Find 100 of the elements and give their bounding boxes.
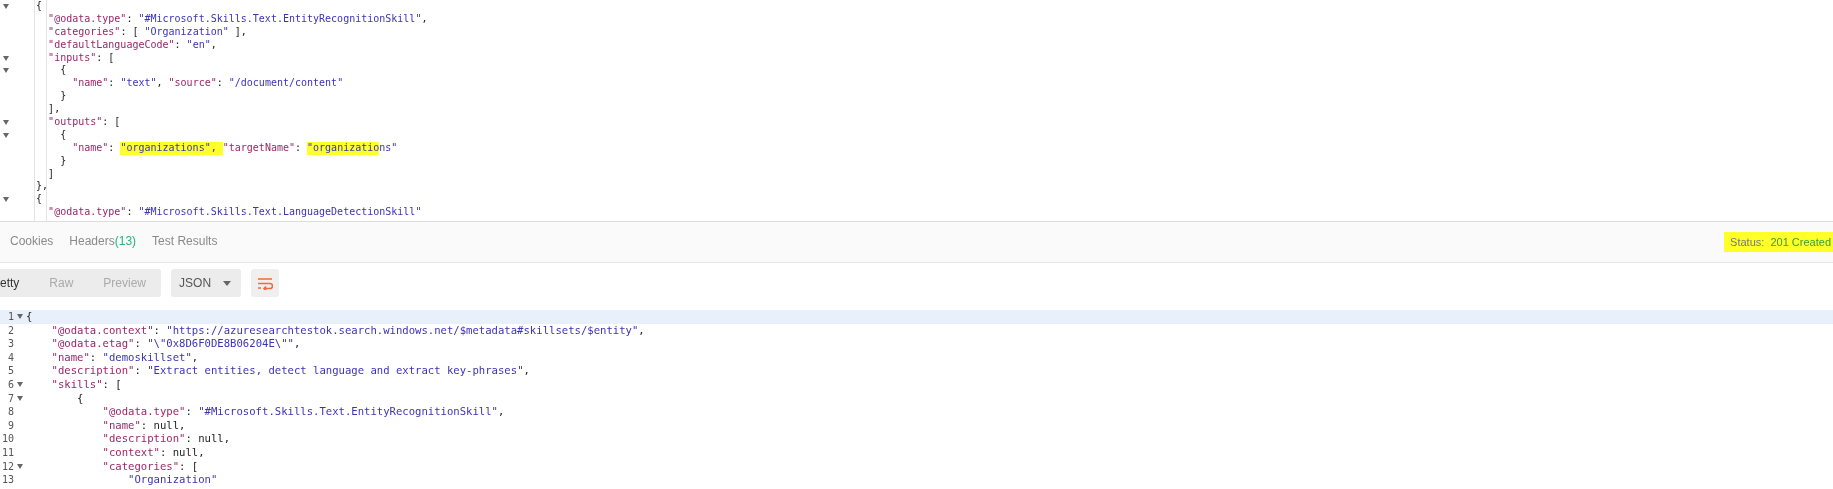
json-string: "#Microsoft.Skills.Text.EntityRecognitionSkill" <box>138 12 422 26</box>
json-string: ns" <box>379 141 398 155</box>
line-number: 7 <box>6 391 14 406</box>
json-punctuation: }, <box>35 180 49 194</box>
json-punctuation: : [ <box>120 25 140 39</box>
json-punctuation: { <box>59 64 67 78</box>
fold-caret-icon[interactable] <box>17 395 23 401</box>
wrap-lines-button[interactable] <box>251 269 280 297</box>
json-punctuation: : <box>295 141 302 155</box>
json-key: "skills" <box>26 377 103 390</box>
json-key: "name" <box>12 141 109 155</box>
json-punctuation: ] <box>47 167 55 181</box>
fold-caret-icon[interactable] <box>17 463 23 469</box>
json-punctuation: : null, <box>185 432 231 445</box>
json-punctuation: , <box>156 77 164 91</box>
json-key: "inputs" <box>12 51 97 65</box>
line-number: 2 <box>6 323 14 338</box>
json-key: "categories" <box>26 459 180 472</box>
json-punctuation: : [ <box>179 459 199 472</box>
status-label: Status: <box>1724 232 1765 252</box>
fold-caret-icon[interactable] <box>17 314 23 320</box>
view-mode-button[interactable]: Preview <box>88 269 162 297</box>
json-punctuation: { <box>35 193 43 207</box>
format-dropdown[interactable]: JSON <box>171 269 242 297</box>
json-key: "categories" <box>12 25 121 39</box>
json-string: "#Microsoft.Skills.Text.EntityRecognitionSkill" <box>198 405 498 418</box>
json-key: "@odata.type" <box>26 405 186 418</box>
json-punctuation: { <box>59 128 67 142</box>
json-punctuation: : <box>153 323 161 336</box>
line-number: 1 <box>6 310 14 324</box>
json-punctuation: , <box>421 12 428 26</box>
view-mode-button[interactable]: etty <box>0 269 35 297</box>
wrap-icon <box>257 276 274 290</box>
json-punctuation: : [ <box>102 377 122 390</box>
json-punctuation: ], <box>47 103 61 117</box>
json-punctuation: : null, <box>140 418 186 431</box>
json-punctuation: : <box>134 364 142 377</box>
json-punctuation: { <box>35 0 43 13</box>
json-key: "description" <box>26 432 186 445</box>
json-string: "Organization" <box>144 25 229 39</box>
line-number: 8 <box>6 405 14 419</box>
json-punctuation: : <box>89 350 98 363</box>
json-string: "demoskillset" <box>102 350 192 363</box>
json-punctuation: : [ <box>102 116 121 129</box>
fold-caret-icon[interactable] <box>3 55 9 61</box>
line-number: 12 <box>0 459 14 474</box>
json-key: "defaultLanguageCode" <box>12 38 175 52</box>
line-number: 9 <box>6 418 14 433</box>
json-key: "description" <box>26 364 135 377</box>
json-key: "context" <box>26 445 160 458</box>
line-number: 3 <box>6 337 14 351</box>
json-string: "\"0x8D6F0DE8B06204E\"" <box>147 337 294 350</box>
json-punctuation: : <box>185 405 193 418</box>
json-punctuation: : <box>174 38 182 52</box>
line-number: 6 <box>6 377 14 392</box>
response-tab[interactable]: Headers(13) <box>61 230 145 254</box>
status-code: 201 Created <box>1764 232 1833 252</box>
json-punctuation: : <box>216 77 224 91</box>
json-key: "@odata.type" <box>12 12 127 26</box>
fold-caret-icon[interactable] <box>17 382 23 388</box>
json-string: "Extract entities, detect language and extract key-phrases" <box>147 364 524 377</box>
json-key: "@odata.type" <box>12 206 127 220</box>
json-punctuation: : null, <box>159 445 205 458</box>
json-punctuation: : [ <box>96 51 115 65</box>
json-punctuation: ], <box>233 25 247 39</box>
fold-caret-icon[interactable] <box>3 132 9 138</box>
fold-caret-icon[interactable] <box>3 119 9 125</box>
line-number: 10 <box>0 432 14 446</box>
line-number: 5 <box>6 364 14 378</box>
json-key: "name" <box>26 418 141 431</box>
json-string: "https://azuresearchtestok.search.windows.net/$metadata#skillsets/$entity" <box>166 323 639 336</box>
json-punctuation: : <box>126 206 134 220</box>
fold-caret-icon[interactable] <box>3 68 9 74</box>
json-key: "@odata.etag" <box>26 337 135 350</box>
json-punctuation: , <box>523 364 530 377</box>
json-key: "source" <box>168 77 217 91</box>
json-punctuation: : <box>134 337 142 350</box>
json-string: "Organization" <box>127 473 218 486</box>
json-key: "@odata.context" <box>26 323 154 336</box>
line-number: 13 <box>0 473 14 487</box>
json-key: "outputs" <box>12 116 103 129</box>
json-punctuation: , <box>638 323 645 336</box>
line-number: 11 <box>0 445 14 460</box>
json-punctuation: , <box>293 337 301 350</box>
json-punctuation: } <box>59 154 67 168</box>
json-key: "targetName" <box>222 141 295 155</box>
dropdown-caret-icon <box>223 280 232 286</box>
fold-caret-icon[interactable] <box>3 3 9 9</box>
json-string: "/document/content" <box>228 77 344 91</box>
json-punctuation: { <box>76 391 84 404</box>
response-tab[interactable]: Cookies <box>2 230 62 254</box>
response-tab[interactable]: Test Results <box>144 230 226 254</box>
json-punctuation: } <box>59 90 67 104</box>
json-punctuation: , <box>210 38 217 52</box>
json-key: "name" <box>26 350 90 363</box>
json-string: "en" <box>186 38 211 52</box>
json-string: "#Microsoft.Skills.Text.LanguageDetectionSkill" <box>138 206 422 220</box>
fold-caret-icon[interactable] <box>3 197 9 203</box>
view-mode-button[interactable]: Raw <box>34 269 89 297</box>
line-number: 4 <box>6 350 14 365</box>
